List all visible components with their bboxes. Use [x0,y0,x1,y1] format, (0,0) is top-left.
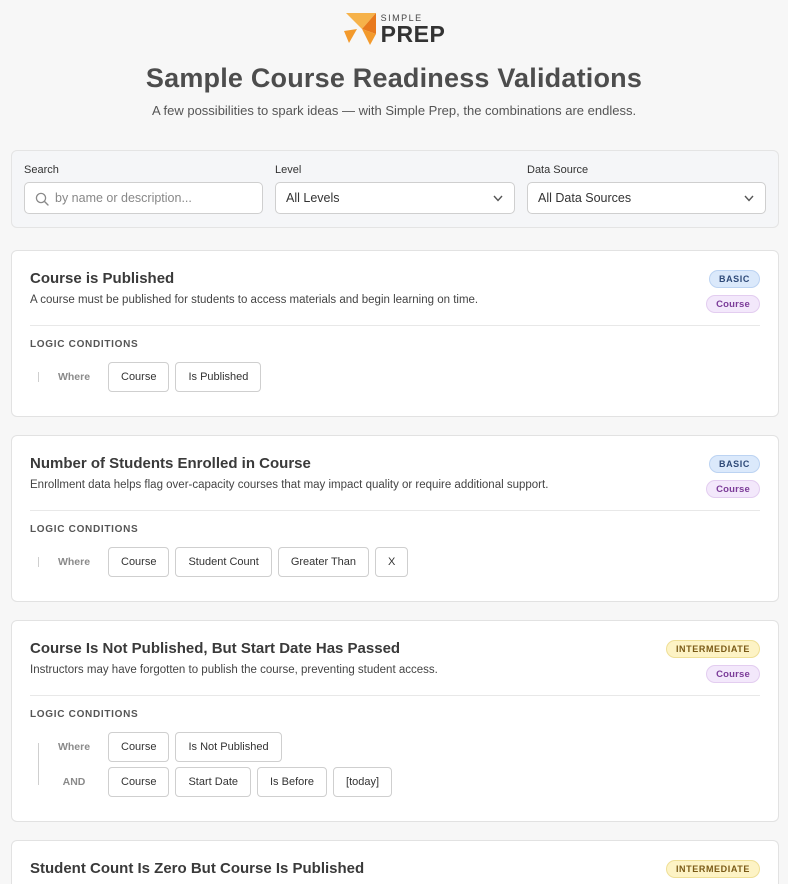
search-field [24,182,263,214]
search-filter: Search [24,164,263,214]
chevron-down-icon [744,195,754,202]
condition-chip[interactable]: Is Published [175,362,262,392]
simple-prep-logo: SIMPLE PREP [343,12,446,46]
source-select[interactable]: All Data Sources [527,182,766,214]
logo-prep-text: PREP [380,21,446,47]
level-filter: Level All Levels [275,164,515,214]
validation-card[interactable]: Student Count Is Zero But Course Is Publ… [11,840,779,884]
level-badge: INTERMEDIATE [665,640,760,658]
level-badge: BASIC [708,455,760,473]
condition-chip[interactable]: Start Date [175,767,251,797]
condition-joiner: Where [57,556,91,568]
condition-chip[interactable]: Greater Than [277,547,370,577]
card-title: Number of Students Enrolled in Course [30,455,311,472]
source-label: Data Source [527,164,589,176]
card-title: Course Is Not Published, But Start Date … [30,640,401,657]
page-header: SIMPLE PREP Sample Course Readiness Vali… [0,0,788,118]
logic-conditions-heading: LOGIC CONDITIONS [30,524,139,535]
logic-conditions-heading: LOGIC CONDITIONS [30,709,139,720]
page-subtitle: A few possibilities to spark ideas — wit… [151,103,637,118]
level-badge: BASIC [708,270,760,288]
card-divider [30,325,760,326]
condition-chip[interactable]: Course [108,732,170,762]
condition-chip[interactable]: Is Before [257,767,328,797]
condition-chip[interactable]: [today] [333,767,393,797]
condition-chip[interactable]: X [375,547,409,577]
card-divider [30,695,760,696]
condition-chip[interactable]: Is Not Published [175,732,282,762]
level-badge: INTERMEDIATE [665,860,760,878]
chevron-down-icon [493,195,503,202]
condition-row: Where Course Is Published [38,362,267,392]
card-title: Student Count Is Zero But Course Is Publ… [30,860,365,877]
condition-chip[interactable]: Course [108,362,170,392]
source-filter: Data Source All Data Sources [527,164,766,214]
condition-row: Where Course Student Count Greater Than … [38,547,414,577]
validation-card[interactable]: Number of Students Enrolled in Course En… [11,435,779,602]
condition-chip[interactable]: Student Count [175,547,272,577]
level-selected-value: All Levels [286,191,340,205]
source-badge: Course [706,480,760,498]
card-description: Instructors may have forgotten to publis… [30,664,438,676]
search-icon [35,192,49,206]
search-input[interactable] [25,183,262,213]
source-selected-value: All Data Sources [538,191,632,205]
validation-card[interactable]: Course is Published A course must be pub… [11,250,779,417]
condition-row: Where Course Is Not Published [38,732,288,762]
source-badge: Course [706,295,760,313]
logo-mark-icon [343,13,376,45]
logic-conditions-heading: LOGIC CONDITIONS [30,339,139,350]
filter-bar: Search Level All Levels Data Source All … [11,150,779,228]
source-badge: Course [706,665,760,683]
condition-row: AND Course Start Date Is Before [today] [38,767,398,797]
search-label: Search [24,164,59,176]
condition-joiner: Where [57,741,91,753]
card-title: Course is Published [30,270,175,287]
card-divider [30,510,760,511]
level-label: Level [275,164,302,176]
level-select[interactable]: All Levels [275,182,515,214]
condition-chip[interactable]: Course [108,547,170,577]
card-description: Enrollment data helps flag over-capacity… [30,479,549,491]
validation-card[interactable]: Course Is Not Published, But Start Date … [11,620,779,822]
page-title: Sample Course Readiness Validations [145,63,643,93]
condition-chip[interactable]: Course [108,767,170,797]
condition-joiner: AND [62,776,86,788]
card-description: A course must be published for students … [30,294,479,306]
condition-joiner: Where [57,371,91,383]
